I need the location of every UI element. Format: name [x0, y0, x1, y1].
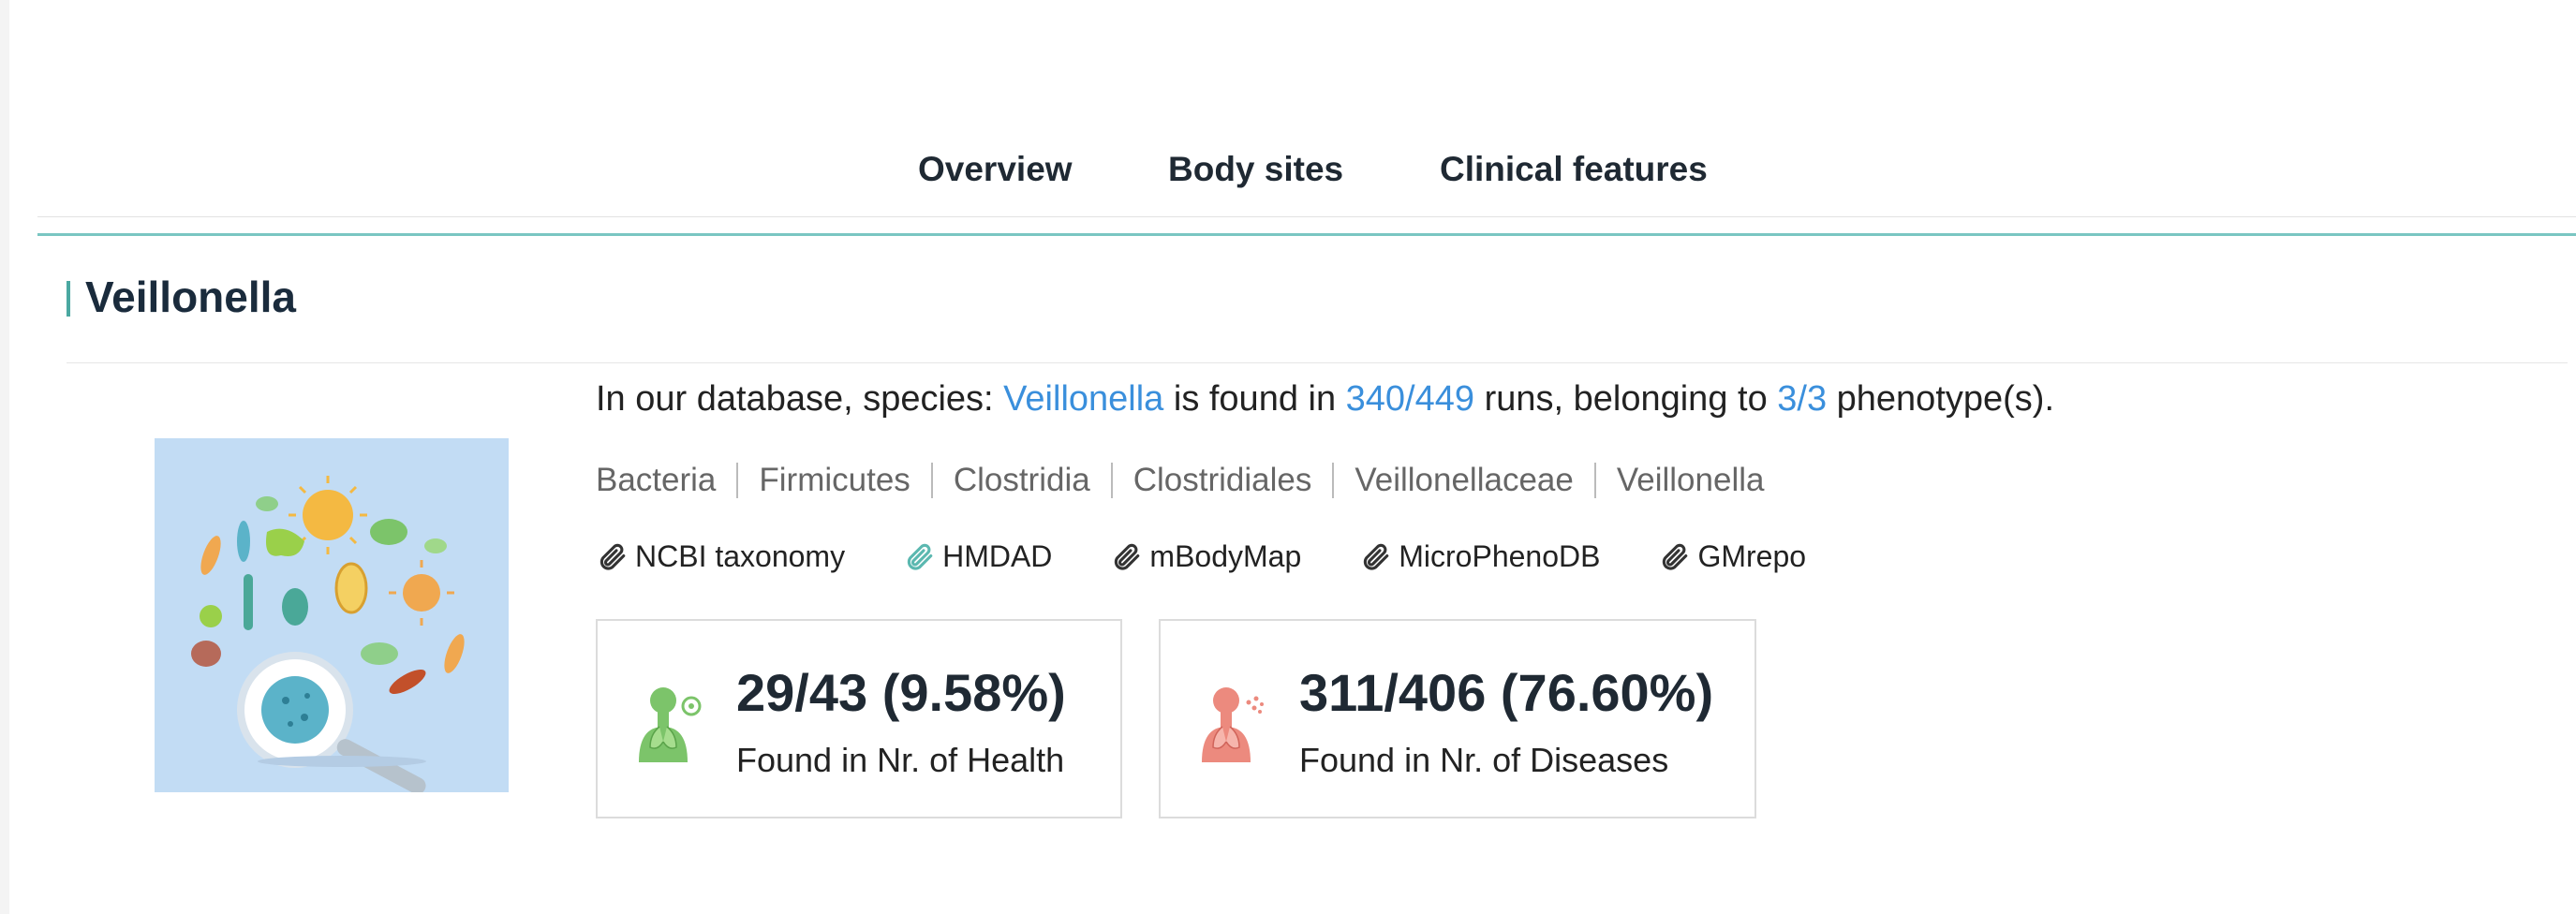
- title-divider: [67, 362, 2568, 363]
- healthy-person-icon: [639, 687, 702, 762]
- health-stat-value: 29/43 (9.58%): [736, 663, 1066, 722]
- link-ncbi-taxonomy[interactable]: NCBI taxonomy: [596, 539, 845, 574]
- health-stat-card: 29/43 (9.58%) Found in Nr. of Health: [596, 619, 1122, 818]
- taxonomy-kingdom: Bacteria: [596, 462, 717, 498]
- link-hmdad[interactable]: HMDAD: [903, 539, 1052, 574]
- desc-prefix: In our database, species:: [596, 379, 1004, 419]
- link-gmrepo[interactable]: GMrepo: [1658, 539, 1806, 574]
- taxonomy-class: Clostridia: [953, 462, 1090, 498]
- desc-suffix: phenotype(s).: [1827, 379, 2055, 419]
- sick-person-icon: [1202, 687, 1264, 762]
- taxonomy-separator: [736, 463, 739, 498]
- species-description: In our database, species: Veillonella is…: [596, 379, 2054, 420]
- taxonomy-phylum: Firmicutes: [759, 462, 910, 498]
- taxonomy-order: Clostridiales: [1133, 462, 1312, 498]
- health-stat-label: Found in Nr. of Health: [736, 741, 1065, 779]
- disease-stat-value: 311/406 (76.60%): [1299, 663, 1714, 722]
- taxonomy-separator: [930, 463, 933, 498]
- tab-bar: Overview Body sites Clinical features: [0, 150, 2576, 206]
- page-title: Veillonella: [85, 273, 296, 321]
- link-microphenodb[interactable]: MicroPhenoDB: [1359, 539, 1600, 574]
- link-label: mBodyMap: [1149, 539, 1302, 573]
- link-label: HMDAD: [942, 539, 1053, 573]
- paperclip-icon: [1115, 543, 1140, 570]
- section-accent-line: [37, 233, 2576, 236]
- tabs-divider: [37, 216, 2576, 217]
- desc-mid1: is found in: [1163, 379, 1346, 419]
- disease-stat-label: Found in Nr. of Diseases: [1299, 741, 1669, 779]
- paperclip-icon: [907, 543, 933, 570]
- link-mbodymap[interactable]: mBodyMap: [1110, 539, 1301, 574]
- taxonomy-lineage: Bacteria Firmicutes Clostridia Clostridi…: [596, 462, 1764, 499]
- phenotypes-link[interactable]: 3/3: [1777, 379, 1827, 419]
- taxonomy-genus: Veillonella: [1616, 462, 1765, 498]
- link-label: MicroPhenoDB: [1399, 539, 1601, 573]
- taxonomy-separator: [1332, 463, 1335, 498]
- taxonomy-family: Veillonellaceae: [1355, 462, 1574, 498]
- paperclip-icon: [1364, 543, 1389, 570]
- tab-clinical-features[interactable]: Clinical features: [1440, 150, 1708, 189]
- desc-mid2: runs, belonging to: [1474, 379, 1778, 419]
- page-left-edge: [0, 0, 9, 914]
- paperclip-icon: [1663, 543, 1688, 570]
- taxonomy-separator: [1110, 463, 1113, 498]
- tab-body-sites[interactable]: Body sites: [1168, 150, 1343, 189]
- taxonomy-separator: [1593, 463, 1596, 498]
- species-link[interactable]: Veillonella: [1003, 379, 1163, 419]
- title-accent-bar: [67, 281, 70, 317]
- microbe-illustration: [155, 438, 509, 795]
- paperclip-icon: [600, 543, 626, 570]
- link-label: GMrepo: [1697, 539, 1807, 573]
- link-label: NCBI taxonomy: [635, 539, 846, 573]
- external-links: NCBI taxonomy HMDAD mBodyMap MicroPhenoD…: [596, 539, 1864, 574]
- runs-link[interactable]: 340/449: [1346, 379, 1474, 419]
- disease-stat-card: 311/406 (76.60%) Found in Nr. of Disease…: [1159, 619, 1756, 818]
- tab-overview[interactable]: Overview: [918, 150, 1073, 189]
